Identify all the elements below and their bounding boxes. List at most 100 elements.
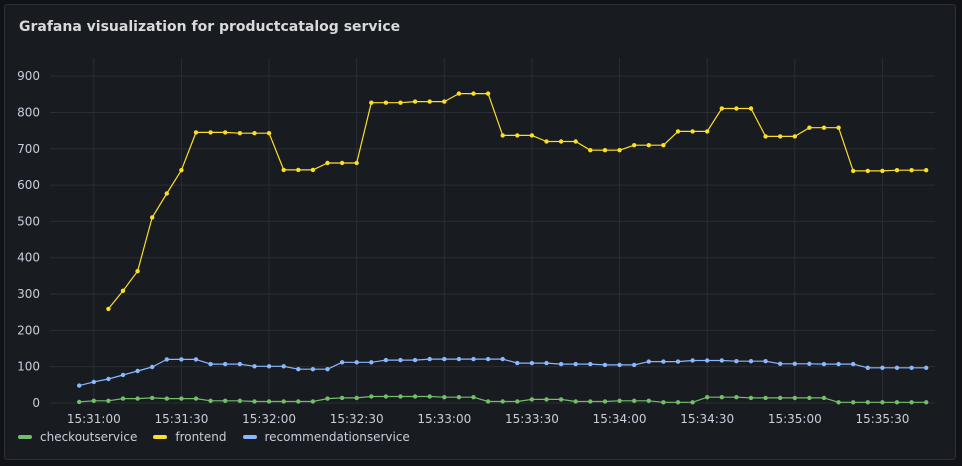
data-point-checkoutservice[interactable] xyxy=(515,399,520,404)
data-point-checkoutservice[interactable] xyxy=(573,399,578,404)
data-point-checkoutservice[interactable] xyxy=(719,395,724,400)
data-point-checkoutservice[interactable] xyxy=(208,398,213,403)
data-point-recommendationservice[interactable] xyxy=(661,359,666,364)
data-point-frontend[interactable] xyxy=(485,91,491,96)
data-point-recommendationservice[interactable] xyxy=(558,361,564,367)
data-point-recommendationservice[interactable] xyxy=(515,360,520,366)
data-point-frontend[interactable] xyxy=(646,143,651,148)
data-point-recommendationservice[interactable] xyxy=(500,356,505,362)
data-point-checkoutservice[interactable] xyxy=(763,395,768,401)
data-point-frontend[interactable] xyxy=(515,133,520,138)
legend-item-frontend[interactable]: frontend xyxy=(153,430,227,444)
data-point-checkoutservice[interactable] xyxy=(705,395,710,400)
data-point-frontend[interactable] xyxy=(369,100,374,105)
data-point-frontend[interactable] xyxy=(705,129,710,134)
data-point-frontend[interactable] xyxy=(135,269,140,274)
data-point-frontend[interactable] xyxy=(924,168,929,173)
data-point-checkoutservice[interactable] xyxy=(544,397,549,402)
data-point-recommendationservice[interactable] xyxy=(179,357,184,362)
data-point-frontend[interactable] xyxy=(894,168,900,173)
data-point-checkoutservice[interactable] xyxy=(412,394,418,399)
data-point-frontend[interactable] xyxy=(588,148,593,153)
data-point-recommendationservice[interactable] xyxy=(821,361,827,367)
data-point-checkoutservice[interactable] xyxy=(602,399,608,404)
data-point-checkoutservice[interactable] xyxy=(792,395,797,401)
data-point-recommendationservice[interactable] xyxy=(456,356,462,362)
data-point-recommendationservice[interactable] xyxy=(106,376,111,382)
data-point-recommendationservice[interactable] xyxy=(339,360,345,365)
data-point-checkoutservice[interactable] xyxy=(266,399,272,404)
data-point-checkoutservice[interactable] xyxy=(456,395,462,400)
data-point-checkoutservice[interactable] xyxy=(164,396,169,401)
series-recommendationservice[interactable] xyxy=(77,356,929,388)
data-point-recommendationservice[interactable] xyxy=(705,358,710,363)
data-point-recommendationservice[interactable] xyxy=(763,359,768,364)
data-point-frontend[interactable] xyxy=(661,143,666,148)
data-point-checkoutservice[interactable] xyxy=(661,400,666,405)
data-point-frontend[interactable] xyxy=(383,100,389,105)
data-point-frontend[interactable] xyxy=(471,91,476,96)
data-point-recommendationservice[interactable] xyxy=(77,383,82,388)
data-point-recommendationservice[interactable] xyxy=(471,356,476,362)
data-point-checkoutservice[interactable] xyxy=(120,396,126,401)
data-point-frontend[interactable] xyxy=(719,106,724,111)
data-point-recommendationservice[interactable] xyxy=(354,360,359,365)
data-point-frontend[interactable] xyxy=(821,125,827,130)
data-point-frontend[interactable] xyxy=(807,125,812,130)
data-point-checkoutservice[interactable] xyxy=(894,400,900,405)
data-point-recommendationservice[interactable] xyxy=(529,360,535,366)
data-point-frontend[interactable] xyxy=(602,148,608,153)
data-point-frontend[interactable] xyxy=(734,106,739,111)
data-point-recommendationservice[interactable] xyxy=(296,367,301,372)
data-point-checkoutservice[interactable] xyxy=(924,400,929,405)
data-point-checkoutservice[interactable] xyxy=(383,394,389,399)
data-point-recommendationservice[interactable] xyxy=(281,364,286,369)
data-point-frontend[interactable] xyxy=(354,160,359,166)
data-point-frontend[interactable] xyxy=(427,99,432,104)
data-point-frontend[interactable] xyxy=(310,167,316,173)
data-point-checkoutservice[interactable] xyxy=(778,395,783,401)
data-point-frontend[interactable] xyxy=(544,139,549,144)
data-point-checkoutservice[interactable] xyxy=(91,398,97,403)
data-point-recommendationservice[interactable] xyxy=(734,359,739,364)
data-point-frontend[interactable] xyxy=(617,148,622,153)
data-point-frontend[interactable] xyxy=(792,134,797,139)
data-point-recommendationservice[interactable] xyxy=(573,361,578,367)
data-point-checkoutservice[interactable] xyxy=(880,400,885,405)
data-point-recommendationservice[interactable] xyxy=(150,364,155,370)
data-point-frontend[interactable] xyxy=(558,139,564,144)
data-point-frontend[interactable] xyxy=(208,130,213,135)
data-point-checkoutservice[interactable] xyxy=(748,395,754,401)
data-point-recommendationservice[interactable] xyxy=(164,357,169,362)
data-point-recommendationservice[interactable] xyxy=(223,361,228,367)
data-point-recommendationservice[interactable] xyxy=(208,361,213,367)
data-point-frontend[interactable] xyxy=(281,167,286,173)
data-point-checkoutservice[interactable] xyxy=(193,396,199,401)
data-point-frontend[interactable] xyxy=(778,134,783,139)
data-point-recommendationservice[interactable] xyxy=(237,361,243,367)
data-point-frontend[interactable] xyxy=(164,191,169,196)
data-point-checkoutservice[interactable] xyxy=(617,398,622,403)
data-point-frontend[interactable] xyxy=(106,306,111,312)
data-point-checkoutservice[interactable] xyxy=(310,399,316,404)
data-point-frontend[interactable] xyxy=(529,133,535,138)
data-point-checkoutservice[interactable] xyxy=(471,395,476,400)
data-point-checkoutservice[interactable] xyxy=(821,395,827,401)
data-point-recommendationservice[interactable] xyxy=(865,365,870,370)
data-point-checkoutservice[interactable] xyxy=(427,394,432,399)
data-point-checkoutservice[interactable] xyxy=(485,399,491,404)
data-point-recommendationservice[interactable] xyxy=(617,362,622,368)
data-point-checkoutservice[interactable] xyxy=(646,398,651,403)
data-point-checkoutservice[interactable] xyxy=(252,399,257,404)
data-point-frontend[interactable] xyxy=(179,168,184,173)
data-point-checkoutservice[interactable] xyxy=(106,398,111,403)
data-point-recommendationservice[interactable] xyxy=(690,358,695,363)
data-point-frontend[interactable] xyxy=(865,168,870,174)
data-point-frontend[interactable] xyxy=(573,139,578,144)
data-point-checkoutservice[interactable] xyxy=(588,399,593,404)
data-point-recommendationservice[interactable] xyxy=(91,379,97,385)
data-point-frontend[interactable] xyxy=(150,215,155,220)
data-point-frontend[interactable] xyxy=(442,99,447,104)
data-point-checkoutservice[interactable] xyxy=(807,395,812,401)
data-point-recommendationservice[interactable] xyxy=(427,356,432,362)
